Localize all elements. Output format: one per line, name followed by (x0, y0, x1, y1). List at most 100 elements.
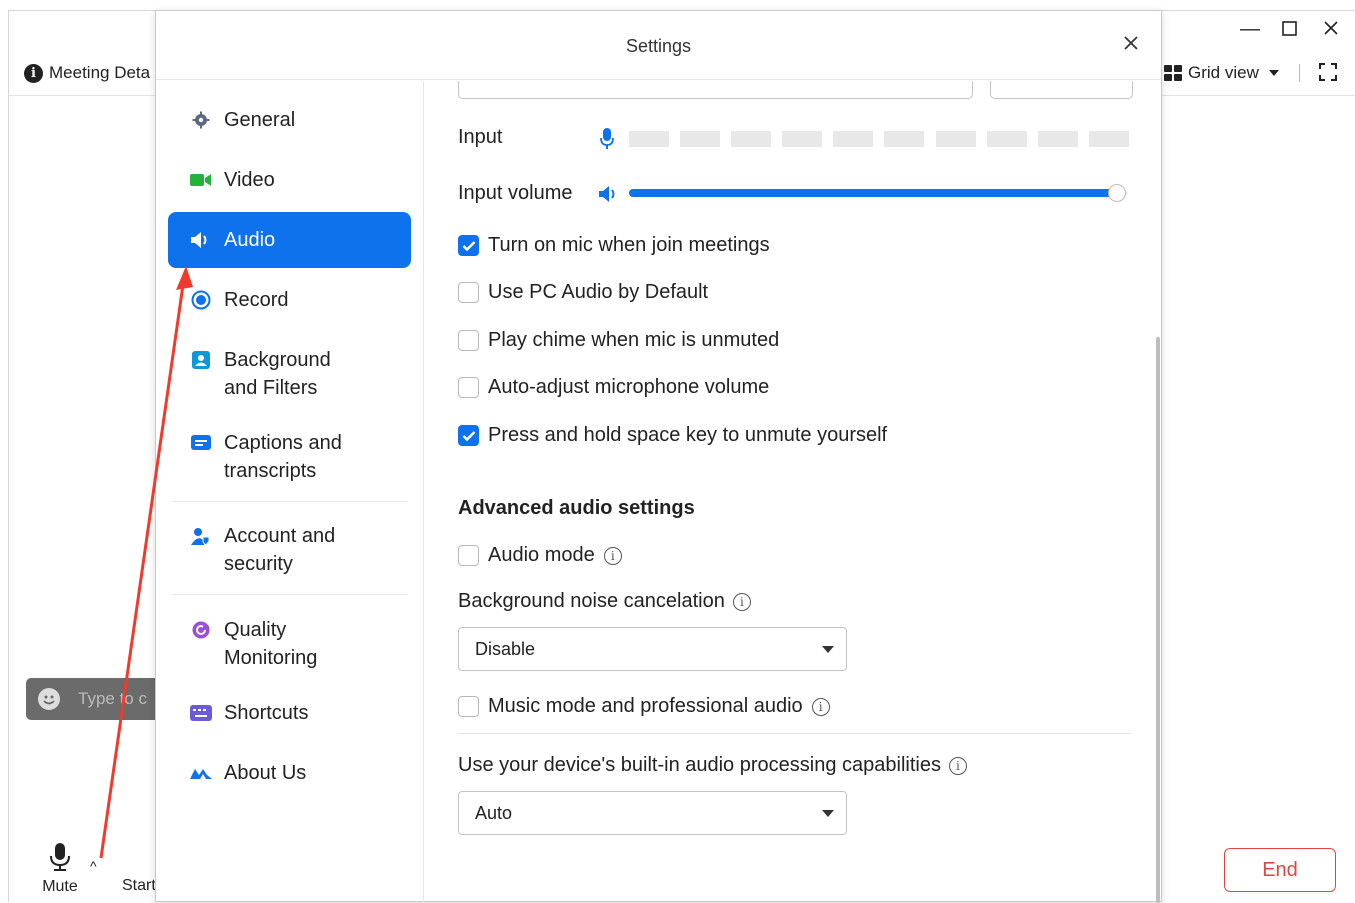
checkbox[interactable] (458, 282, 479, 303)
noise-cancelation-select[interactable]: Disable (458, 627, 847, 671)
sidebar-item-captions[interactable]: Captions and transcripts (168, 429, 411, 485)
end-meeting-button[interactable]: End (1224, 848, 1336, 892)
toolbar-divider (1298, 64, 1300, 82)
checkbox-label: Auto-adjust microphone volume (488, 376, 770, 398)
noise-cancelation-label: Background noise cancelation (458, 590, 725, 612)
sidebar-item-audio[interactable]: Audio (168, 212, 411, 268)
input-label: Input (458, 126, 503, 148)
caret-down-icon (1268, 70, 1279, 76)
sidebar-item-video[interactable]: Video (168, 166, 411, 194)
input-volume-label: Input volume (458, 182, 573, 204)
checkbox-row-pc-audio-default[interactable]: Use PC Audio by Default (458, 281, 708, 304)
checkbox-label: Turn on mic when join meetings (488, 234, 770, 256)
device-processing-row: Use your device's built-in audio process… (458, 754, 967, 777)
emoji-icon[interactable] (38, 688, 60, 710)
checkbox-label: Play chime when mic is unmuted (488, 329, 780, 351)
gear-icon (190, 106, 212, 134)
chat-input[interactable]: Type to c (26, 678, 166, 720)
audio-settings-panel: Input Input volume Turn on mic when join… (425, 81, 1161, 903)
checkbox-row-music-mode[interactable]: Music mode and professional audio i (458, 695, 830, 718)
quality-monitor-icon (190, 616, 212, 644)
sidebar-item-label: Video (224, 169, 275, 191)
checkbox[interactable] (458, 425, 479, 446)
checkbox-row-space-to-unmute[interactable]: Press and hold space key to unmute yours… (458, 424, 887, 447)
mute-button[interactable]: Mute (32, 842, 88, 896)
sidebar-item-account-security[interactable]: Account and security (168, 522, 411, 578)
checkbox[interactable] (458, 545, 479, 566)
checkbox-label: Music mode and professional audio (488, 695, 803, 717)
select-value: Disable (475, 638, 536, 659)
checkbox-label: Press and hold space key to unmute yours… (488, 424, 888, 446)
settings-title: Settings (625, 36, 692, 56)
settings-sidebar: General Video Audio Record Background an… (156, 81, 424, 903)
input-volume-slider[interactable] (629, 184, 1127, 202)
record-icon (190, 286, 212, 314)
settings-header: Settings (156, 11, 1161, 80)
video-camera-icon (190, 166, 212, 194)
checkbox[interactable] (458, 696, 479, 717)
sidebar-item-label: Shortcuts (224, 702, 309, 724)
audio-options-chevron-icon[interactable]: ^ (90, 858, 97, 874)
zoom-logo-icon (190, 759, 212, 787)
checkbox[interactable] (458, 235, 479, 256)
checkbox-row-mic-on-join[interactable]: Turn on mic when join meetings (458, 234, 770, 257)
sidebar-item-label: Background and Filters (224, 349, 331, 399)
noise-cancelation-row: Background noise cancelation i (458, 590, 751, 613)
sidebar-item-record[interactable]: Record (168, 286, 411, 314)
input-volume-handle[interactable] (1108, 184, 1127, 202)
scrollbar[interactable] (1156, 337, 1160, 903)
close-icon[interactable] (1121, 33, 1141, 53)
section-divider (458, 733, 1131, 734)
microphone-icon (50, 843, 70, 871)
checkbox-row-play-chime[interactable]: Play chime when mic is unmuted (458, 329, 779, 352)
checkbox[interactable] (458, 330, 479, 351)
minimize-icon[interactable]: — (1240, 18, 1260, 41)
caret-down-icon (822, 646, 834, 653)
start-video-label[interactable]: Start (122, 877, 156, 895)
info-icon: i (24, 63, 43, 83)
sidebar-divider (172, 594, 408, 595)
sidebar-item-label: Captions and transcripts (224, 432, 342, 482)
sidebar-item-label: Audio (224, 229, 276, 251)
sidebar-divider (172, 501, 408, 502)
device-processing-label: Use your device's built-in audio process… (458, 754, 941, 776)
caret-down-icon (822, 810, 834, 817)
grid-view-label: Grid view (1188, 63, 1259, 82)
sidebar-item-label: Quality Monitoring (224, 619, 318, 669)
volume-icon (599, 186, 615, 202)
info-icon[interactable]: i (732, 592, 751, 611)
sidebar-item-quality-monitoring[interactable]: Quality Monitoring (168, 616, 411, 672)
checkbox[interactable] (458, 377, 479, 398)
speaker-icon (190, 226, 212, 254)
meeting-details-label: Meeting Deta (49, 63, 151, 82)
fullscreen-icon[interactable] (1318, 62, 1338, 82)
device-processing-select[interactable]: Auto (458, 791, 847, 835)
select-value: Auto (475, 802, 513, 823)
advanced-audio-heading: Advanced audio settings (458, 497, 695, 519)
info-icon[interactable]: i (811, 697, 830, 716)
meeting-details-button[interactable]: i Meeting Deta (24, 63, 150, 83)
person-portrait-icon (190, 346, 212, 374)
microphone-level-icon (600, 128, 614, 149)
speaker-test-button[interactable] (990, 81, 1133, 99)
maximize-icon[interactable] (1282, 20, 1298, 43)
grid-view-button[interactable]: Grid view (1164, 63, 1300, 83)
checkbox-row-audio-mode[interactable]: Audio mode i (458, 544, 622, 567)
account-shield-icon (190, 522, 212, 550)
mute-label: Mute (42, 878, 78, 895)
sidebar-item-shortcuts[interactable]: Shortcuts (168, 699, 411, 727)
sidebar-item-general[interactable]: General (168, 106, 411, 134)
info-icon[interactable]: i (603, 546, 622, 565)
speaker-device-select[interactable] (458, 81, 973, 99)
checkbox-label: Use PC Audio by Default (488, 281, 709, 303)
checkbox-row-auto-adjust-mic[interactable]: Auto-adjust microphone volume (458, 376, 769, 399)
info-icon[interactable]: i (948, 756, 967, 775)
sidebar-item-background-filters[interactable]: Background and Filters (168, 346, 411, 402)
window-close-icon[interactable] (1323, 19, 1339, 42)
captions-icon (190, 429, 212, 457)
chat-placeholder: Type to c (78, 689, 147, 708)
sidebar-item-label: About Us (224, 762, 307, 784)
sidebar-item-label: General (224, 109, 296, 131)
sidebar-item-label: Record (224, 289, 289, 311)
sidebar-item-about-us[interactable]: About Us (168, 759, 411, 787)
